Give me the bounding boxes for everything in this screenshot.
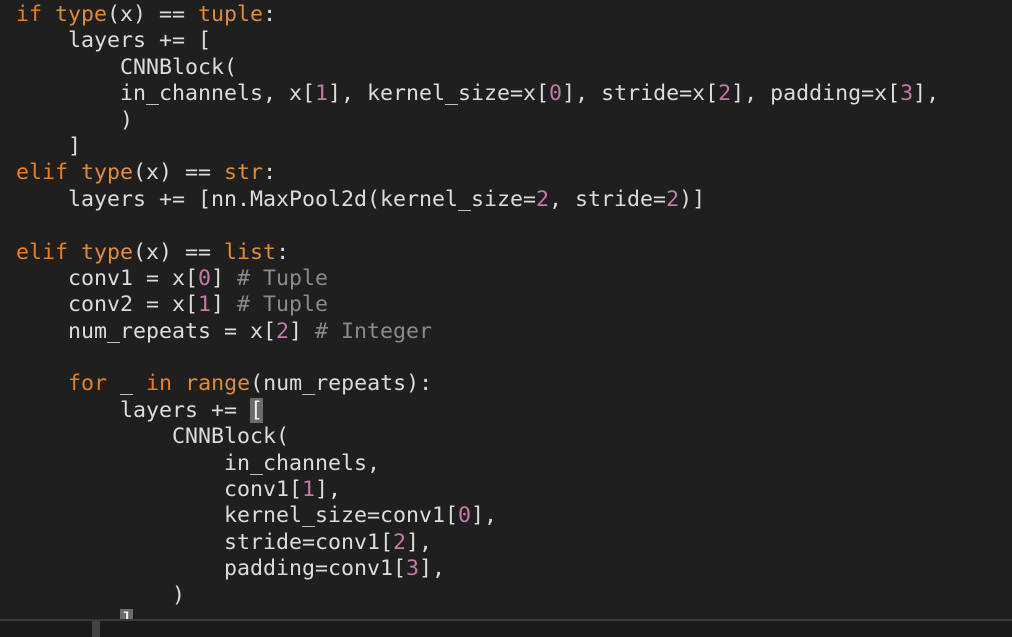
code-line[interactable]: ​ — [16, 345, 939, 371]
status-strip — [0, 619, 1012, 637]
code-line[interactable]: CNNBlock( — [16, 55, 939, 81]
code-token: in_channels, x[ — [16, 81, 316, 107]
code-token: conv2 = x[ — [16, 292, 199, 318]
code-token: ], — [419, 556, 446, 582]
keyword-token: elif — [16, 239, 82, 265]
number-token: 2 — [536, 186, 550, 212]
code-token: ] — [289, 318, 316, 344]
keyword-token: elif — [16, 160, 82, 186]
code-line[interactable]: layers += [ — [16, 397, 939, 424]
code-line[interactable]: elif type(x) == str: — [16, 160, 939, 186]
code-editor[interactable]: if type(x) == tuple: layers += [ CNNBloc… — [0, 0, 1012, 637]
code-token: ] — [211, 265, 238, 291]
number-token: 3 — [900, 81, 914, 107]
code-area[interactable]: if type(x) == tuple: layers += [ CNNBloc… — [16, 2, 939, 635]
number-token: 1 — [198, 292, 212, 318]
code-token: ], — [406, 529, 433, 555]
builtin-token: list — [224, 239, 277, 265]
code-line[interactable]: CNNBlock( — [16, 424, 939, 450]
code-token: layers += [nn.MaxPool2d(kernel_size= — [16, 186, 537, 212]
number-token: 3 — [406, 556, 420, 582]
code-token: )] — [679, 186, 706, 212]
code-token: : — [263, 160, 277, 186]
code-token: ) — [16, 582, 186, 608]
code-token: stride=conv1[ — [16, 529, 394, 555]
code-line[interactable]: ​ — [16, 213, 939, 239]
code-token: (x) == — [107, 2, 199, 27]
code-line[interactable]: ] — [16, 134, 939, 160]
code-line[interactable]: for _ in range(num_repeats): — [16, 371, 939, 397]
code-line[interactable]: layers += [nn.MaxPool2d(kernel_size=2, s… — [16, 187, 939, 213]
code-line[interactable]: ) — [16, 108, 939, 134]
code-line[interactable]: kernel_size=conv1[0], — [16, 503, 939, 529]
code-line[interactable]: ) — [16, 583, 939, 609]
scroll-marker[interactable] — [92, 621, 100, 637]
builtin-token: str — [224, 160, 264, 186]
code-token: _ — [107, 371, 147, 397]
code-line[interactable]: conv2 = x[1] # Tuple — [16, 292, 939, 318]
comment-token: # Tuple — [237, 265, 329, 291]
keyword-token: for — [16, 371, 108, 397]
comment-token: # Tuple — [237, 292, 329, 318]
code-line[interactable]: in_channels, — [16, 451, 939, 477]
builtin-token: type — [81, 160, 134, 186]
code-token: layers += — [16, 397, 251, 423]
code-token: (num_repeats): — [250, 371, 433, 397]
code-token: : — [276, 239, 290, 265]
code-token: ], kernel_size=x[ — [328, 81, 550, 107]
number-token: 2 — [276, 318, 290, 344]
code-token: kernel_size=conv1[ — [16, 503, 459, 529]
code-line[interactable]: layers += [ — [16, 28, 939, 54]
code-token: ], — [913, 81, 940, 107]
code-line[interactable]: num_repeats = x[2] # Integer — [16, 319, 939, 345]
code-line[interactable]: conv1 = x[0] # Tuple — [16, 266, 939, 292]
code-token: num_repeats = x[ — [16, 318, 277, 344]
code-token: , stride= — [549, 186, 667, 212]
code-token: padding=conv1[ — [16, 556, 407, 582]
code-token: CNNBlock( — [16, 54, 238, 80]
keyword-token: in — [146, 371, 173, 397]
code-token: conv1 = x[ — [16, 265, 199, 291]
code-line[interactable]: if type(x) == tuple: — [16, 2, 939, 28]
code-token: (x) == — [133, 160, 225, 186]
code-token: : — [263, 2, 277, 27]
builtin-token: type — [55, 2, 108, 27]
code-token: layers += [ — [16, 28, 212, 54]
number-token: 0 — [198, 265, 212, 291]
code-token: ) — [16, 107, 134, 133]
code-line[interactable]: conv1[1], — [16, 477, 939, 503]
code-token: ], padding=x[ — [731, 81, 901, 107]
number-token: 1 — [315, 81, 329, 107]
code-token: ] — [16, 133, 82, 159]
code-token: in_channels, — [16, 450, 381, 476]
code-line[interactable]: elif type(x) == list: — [16, 240, 939, 266]
code-line[interactable]: in_channels, x[1], kernel_size=x[0], str… — [16, 81, 939, 107]
keyword-token: if — [16, 2, 56, 27]
code-line[interactable]: stride=conv1[2], — [16, 530, 939, 556]
number-token: 1 — [302, 477, 316, 503]
code-token: ], stride=x[ — [562, 81, 719, 107]
builtin-token: type — [81, 239, 134, 265]
comment-token: # Integer — [315, 318, 433, 344]
number-token: 2 — [718, 81, 732, 107]
number-token: 2 — [666, 186, 680, 212]
code-token: (x) == — [133, 239, 225, 265]
number-token: 2 — [393, 529, 407, 555]
code-token: conv1[ — [16, 477, 303, 503]
code-line[interactable]: padding=conv1[3], — [16, 556, 939, 582]
builtin-token: tuple — [198, 2, 264, 27]
number-token: 0 — [549, 81, 563, 107]
code-token: ] — [211, 292, 238, 318]
builtin-token: range — [185, 371, 251, 397]
code-token: ], — [315, 477, 342, 503]
code-token: ], — [471, 503, 498, 529]
code-token: CNNBlock( — [16, 424, 290, 450]
bracket-match-cursor: [ — [250, 397, 264, 423]
number-token: 0 — [458, 503, 472, 529]
